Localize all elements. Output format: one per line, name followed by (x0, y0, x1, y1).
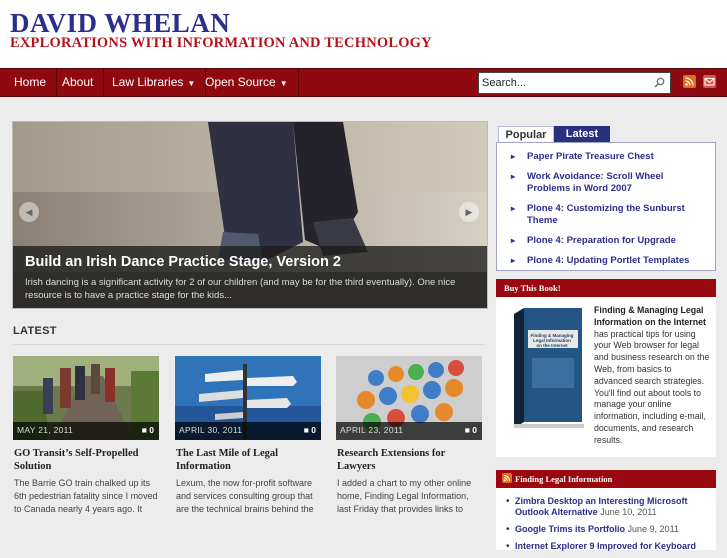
tab-post-link[interactable]: Plone 4: Customizing the Sunburst Theme (511, 203, 709, 227)
slider-prev-icon[interactable]: ◀ (19, 202, 39, 222)
search-input[interactable] (482, 75, 647, 91)
tab-popular[interactable]: Popular (498, 126, 554, 143)
list-item: Zimbra Desktop an Interesting Microsoft … (506, 496, 710, 518)
feed-link[interactable]: Internet Explorer 9 Improved for Keyboar… (515, 541, 696, 551)
post-meta: MAY 21, 2011 ■ 0 (13, 422, 159, 440)
post-title[interactable]: Research Extensions for Lawyers (337, 447, 481, 473)
book-title[interactable]: Finding & Managing Legal Information on … (594, 305, 706, 327)
chevron-down-icon: ▼ (279, 79, 288, 88)
rss-icon[interactable] (502, 473, 512, 483)
post-date: MAY 21, 2011 (17, 425, 74, 435)
post-title[interactable]: The Last Mile of Legal Information (176, 447, 320, 473)
nav-home[interactable]: Home (4, 69, 58, 96)
comment-count[interactable]: ■ 0 (142, 425, 154, 435)
search-icon[interactable] (654, 77, 665, 88)
feed-date: June 10, 2011 (600, 507, 657, 517)
comment-count-value: 0 (311, 425, 316, 435)
book-cover[interactable]: Finding & Managing Legal Information on … (510, 308, 586, 428)
post-meta: APRIL 23, 2011 ■ 0 (336, 422, 482, 440)
slide-title[interactable]: Build an Irish Dance Practice Stage, Ver… (25, 254, 341, 270)
book-widget-heading: Buy This Book! (496, 279, 716, 297)
comment-icon: ■ (303, 425, 309, 435)
divider (13, 344, 485, 345)
post-excerpt: Lexum, the now for-profit software and s… (176, 478, 314, 514)
tab-latest[interactable]: Latest (554, 126, 610, 142)
site-tagline: EXPLORATIONS WITH INFORMATION AND TECHNO… (10, 35, 432, 51)
tab-post-list: Paper Pirate Treasure Chest Work Avoidan… (511, 151, 709, 275)
nav-about-label: About (62, 75, 94, 89)
tab-post-link[interactable]: Plone 4: Preparation for Upgrade (511, 235, 709, 247)
comment-count[interactable]: ■ 0 (304, 425, 316, 435)
book-cover-title: Finding & Managing Legal Information on … (530, 333, 574, 348)
comment-icon: ■ (141, 425, 147, 435)
post-excerpt: I added a chart to my other online home,… (337, 478, 472, 514)
post-thumbnail[interactable]: APRIL 23, 2011 ■ 0 (336, 356, 482, 440)
post-card: APRIL 30, 2011 ■ 0 The Last Mile of Lega… (175, 356, 321, 546)
slider-next-icon[interactable]: ▶ (459, 202, 479, 222)
legal-widget-heading: Finding Legal Information (496, 470, 716, 488)
nav-open-source-label: Open Source (205, 75, 276, 89)
post-card: APRIL 23, 2011 ■ 0 Research Extensions f… (336, 356, 482, 546)
book-description: Finding & Managing Legal Information on … (594, 305, 710, 447)
post-card: MAY 21, 2011 ■ 0 GO Transit’s Self-Prope… (13, 356, 159, 546)
nav-law-libraries[interactable]: Law Libraries ▼ (102, 69, 207, 96)
post-excerpt: The Barrie GO train chalked up its 6th p… (14, 478, 158, 514)
slide-excerpt: Irish dancing is a significant activity … (25, 277, 456, 301)
search-box (478, 72, 671, 94)
list-item: Google Trims its Portfolio June 9, 2011 (506, 524, 710, 535)
list-item: Internet Explorer 9 Improved for Keyboar… (506, 541, 710, 552)
tab-post-link[interactable]: Plone 4: Updating Portlet Templates (511, 255, 709, 267)
comment-count-value: 0 (149, 425, 154, 435)
feed-date: June 9, 2011 (627, 524, 679, 534)
post-thumbnail[interactable]: APRIL 30, 2011 ■ 0 (175, 356, 321, 440)
tab-post-link[interactable]: Work Avoidance: Scroll Wheel Problems in… (511, 171, 709, 195)
latest-heading: LATEST (13, 325, 57, 337)
featured-slider[interactable]: ◀ ▶ Build an Irish Dance Practice Stage,… (12, 121, 488, 309)
slide-caption: Build an Irish Dance Practice Stage, Ver… (13, 246, 487, 308)
post-thumbnail[interactable]: MAY 21, 2011 ■ 0 (13, 356, 159, 440)
popular-latest-widget: Popular Latest Paper Pirate Treasure Che… (496, 126, 716, 271)
post-date: APRIL 30, 2011 (179, 425, 243, 435)
tab-panel: Paper Pirate Treasure Chest Work Avoidan… (496, 142, 716, 271)
post-meta: APRIL 30, 2011 ■ 0 (175, 422, 321, 440)
comment-icon: ■ (464, 425, 470, 435)
book-blurb: has practical tips for using your Web br… (594, 328, 710, 445)
comment-count[interactable]: ■ 0 (465, 425, 477, 435)
legal-feed-list: Zimbra Desktop an Interesting Microsoft … (506, 496, 710, 558)
rss-icon[interactable] (683, 75, 696, 88)
book-widget: Buy This Book! Finding & Managing Legal … (496, 279, 716, 457)
site-header: DAVID WHELAN EXPLORATIONS WITH INFORMATI… (0, 0, 727, 68)
comment-count-value: 0 (472, 425, 477, 435)
nav-about[interactable]: About (52, 69, 105, 96)
legal-widget-title: Finding Legal Information (515, 474, 613, 484)
tab-post-link[interactable]: Paper Pirate Treasure Chest (511, 151, 709, 163)
feed-link[interactable]: Google Trims its Portfolio (515, 524, 625, 534)
legal-widget: Finding Legal Information Zimbra Desktop… (496, 470, 716, 552)
post-date: APRIL 23, 2011 (340, 425, 404, 435)
nav-home-label: Home (14, 75, 47, 89)
nav-law-libraries-label: Law Libraries (112, 75, 184, 89)
email-icon[interactable] (703, 75, 716, 88)
nav-open-source[interactable]: Open Source ▼ (195, 69, 299, 96)
post-title[interactable]: GO Transit’s Self-Propelled Solution (14, 447, 158, 473)
